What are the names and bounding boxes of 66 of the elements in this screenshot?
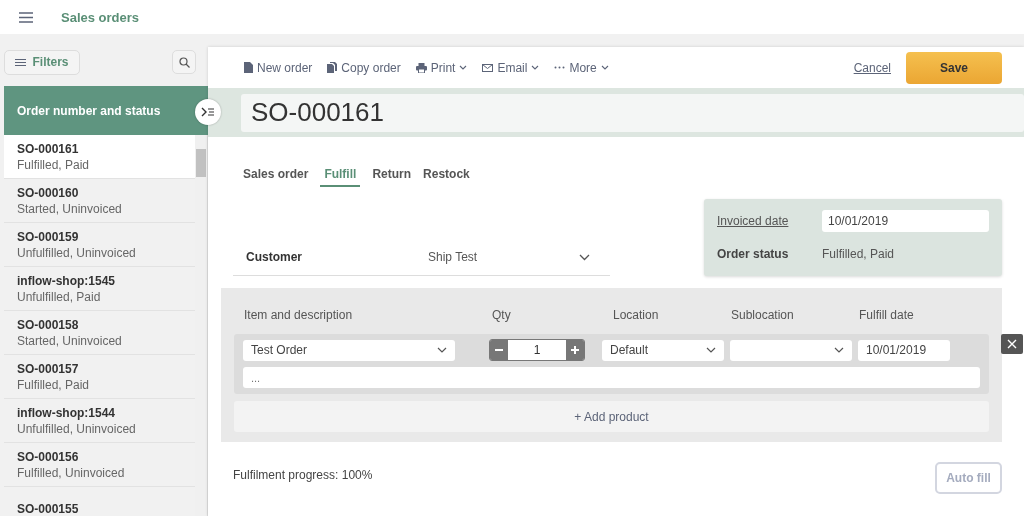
column-header: Sublocation (731, 308, 795, 322)
order-number: SO-000157 (17, 361, 80, 376)
order-number: inflow-shop:1544 (17, 405, 116, 420)
add-product-button[interactable]: + Add product (234, 401, 989, 432)
invoiced-date-link[interactable]: Invoiced date (717, 214, 822, 228)
fulfilment-caption: Fulfilment progress: 100% (233, 468, 373, 482)
scrollbar[interactable] (195, 135, 208, 516)
search-button[interactable] (172, 50, 196, 74)
save-button[interactable]: Save (906, 51, 1002, 84)
toolbar-button[interactable]: Email (482, 60, 540, 75)
close-button[interactable] (1001, 334, 1023, 354)
list-header: Order number and status (4, 86, 208, 135)
order-status: Started, Uninvoiced (17, 333, 123, 348)
location-dropdown[interactable]: Default (602, 339, 724, 361)
column-header: Qty (491, 308, 512, 322)
column-header: Item and description (244, 308, 354, 322)
collapse-icon (201, 107, 215, 117)
order-status: Unfulfilled, Uninvoiced (17, 421, 137, 436)
fulfill-date-field[interactable]: 10/01/2019 (858, 339, 950, 361)
close-icon (1007, 339, 1017, 349)
order-number: inflow-shop:1545 (17, 273, 116, 288)
item-dropdown[interactable]: Test Order (243, 339, 455, 361)
chevron-down-icon (579, 253, 590, 261)
order-status: Fulfilled, Paid (17, 377, 91, 392)
toolbar-button[interactable]: New order (244, 60, 313, 75)
order-number: SO-000159 (17, 229, 80, 244)
copy-icon (327, 62, 338, 73)
envelope-icon (482, 63, 494, 72)
customer-label: Customer (246, 250, 303, 264)
order-number: SO-000155 (17, 501, 80, 516)
tab[interactable]: Restock (423, 163, 470, 187)
page-title: Sales orders (61, 9, 140, 25)
order-list-item[interactable]: SO-000161 Fulfilled, Paid (4, 135, 195, 179)
order-number-field[interactable]: SO-000161 (241, 93, 1024, 132)
toolbar-button[interactable]: Copy order (327, 60, 401, 75)
tab[interactable]: Sales order (243, 163, 309, 187)
order-status: Unfulfilled, Paid (17, 289, 102, 304)
description-field[interactable]: ... (243, 367, 980, 388)
column-header: Location (612, 308, 660, 322)
chevron-down-icon (437, 347, 447, 353)
chevron-down-icon (834, 347, 844, 353)
customer-dropdown[interactable]: Ship Test (428, 250, 610, 264)
menu-icon[interactable] (19, 11, 33, 23)
order-number: SO-000161 (17, 141, 80, 156)
order-status: Fulfilled, Paid (17, 157, 91, 172)
tab[interactable]: Fulfill (320, 163, 361, 187)
order-status-value: Fulfilled, Paid (822, 247, 895, 261)
order-status: Started, Uninvoiced (17, 201, 123, 216)
order-status-label: Order status (717, 247, 790, 261)
document-icon (244, 62, 253, 73)
order-status: Unfulfilled, Uninvoiced (17, 245, 137, 260)
cancel-link[interactable]: Cancel (853, 60, 891, 75)
printer-icon (415, 62, 427, 73)
chevron-down-icon (706, 347, 716, 353)
order-status: Fulfilled, Uninvoiced (17, 465, 126, 480)
tab[interactable]: Return (372, 163, 412, 187)
dots-icon (554, 66, 566, 69)
order-number: SO-000160 (17, 185, 80, 200)
column-header: Fulfill date (859, 308, 915, 322)
order-number: SO-000158 (17, 317, 80, 332)
search-icon (178, 56, 190, 68)
toolbar-button[interactable]: More (554, 60, 609, 75)
order-number: SO-000156 (17, 449, 80, 464)
sliders-icon (15, 57, 27, 67)
toolbar-button[interactable]: Print (415, 60, 468, 75)
invoiced-date-field[interactable]: 10/01/2019 (822, 210, 989, 232)
